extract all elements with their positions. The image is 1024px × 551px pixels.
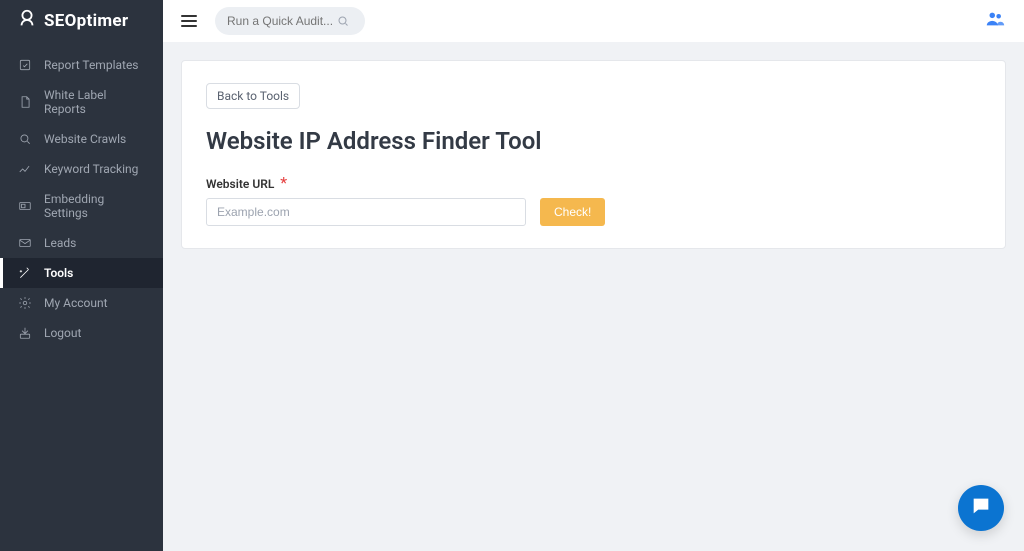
sidebar-item-label: My Account (44, 296, 108, 310)
sidebar-item-label: Leads (44, 236, 76, 250)
menu-toggle-icon[interactable] (181, 15, 197, 27)
sidebar-item-label: Logout (44, 326, 81, 340)
website-url-input[interactable] (206, 198, 526, 226)
embed-icon (18, 199, 32, 213)
edit-square-icon (18, 58, 32, 72)
brand-icon (16, 8, 38, 34)
page-title: Website IP Address Finder Tool (206, 127, 981, 155)
chat-launcher[interactable] (958, 485, 1004, 531)
sidebar-item-white-label-reports[interactable]: White Label Reports (0, 80, 163, 124)
sidebar-item-label: Website Crawls (44, 132, 126, 146)
brand-logo[interactable]: SEOptimer (0, 0, 163, 42)
sidebar-item-label: Report Templates (44, 58, 139, 72)
sidebar-item-embedding-settings[interactable]: Embedding Settings (0, 184, 163, 228)
sidebar-item-logout[interactable]: Logout (0, 318, 163, 348)
sidebar-item-website-crawls[interactable]: Website Crawls (0, 124, 163, 154)
sidebar-item-label: Tools (44, 266, 73, 280)
gear-icon (18, 296, 32, 310)
sidebar-item-label: Keyword Tracking (44, 162, 138, 176)
back-to-tools-link[interactable]: Back to Tools (206, 83, 300, 109)
sidebar: SEOptimer Report Templates White Label R… (0, 0, 163, 551)
sidebar-item-keyword-tracking[interactable]: Keyword Tracking (0, 154, 163, 184)
chat-icon (970, 495, 992, 521)
spider-icon (18, 132, 32, 146)
url-form: Website URL * Check! (206, 173, 981, 226)
mail-icon (18, 236, 32, 250)
sidebar-item-label: White Label Reports (44, 88, 147, 116)
tool-card: Back to Tools Website IP Address Finder … (181, 60, 1006, 249)
search-icon (337, 12, 349, 31)
sidebar-nav: Report Templates White Label Reports Web… (0, 42, 163, 348)
sidebar-item-tools[interactable]: Tools (0, 258, 163, 288)
check-button[interactable]: Check! (540, 198, 605, 226)
brand-name: SEOptimer (44, 11, 128, 31)
file-icon (18, 95, 32, 109)
sidebar-item-leads[interactable]: Leads (0, 228, 163, 258)
sidebar-item-my-account[interactable]: My Account (0, 288, 163, 318)
content: Back to Tools Website IP Address Finder … (163, 42, 1024, 551)
quick-audit-search[interactable] (215, 7, 365, 35)
users-icon[interactable] (984, 15, 1006, 34)
required-mark: * (280, 173, 287, 192)
logout-icon (18, 326, 32, 340)
trend-icon (18, 162, 32, 176)
url-field-label: Website URL * (206, 173, 287, 192)
search-input[interactable] (227, 14, 337, 28)
sidebar-item-report-templates[interactable]: Report Templates (0, 50, 163, 80)
topbar (163, 0, 1024, 42)
sidebar-item-label: Embedding Settings (44, 192, 147, 220)
wand-icon (18, 266, 32, 280)
